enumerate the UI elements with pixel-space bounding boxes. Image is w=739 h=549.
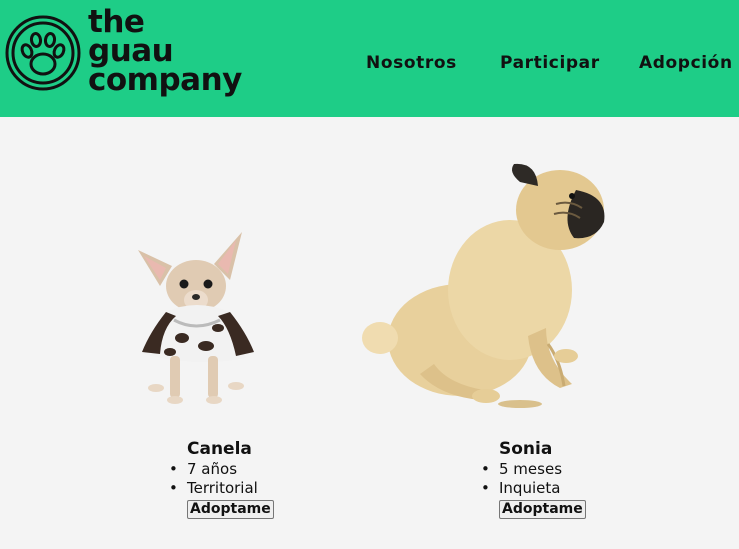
pet-trait: 5 meses (481, 460, 586, 479)
nav-adopcion[interactable]: Adopción (639, 53, 733, 73)
pet-card-sonia: Sonia 5 meses Inquieta Adoptame (481, 439, 586, 519)
nav-nosotros[interactable]: Nosotros (366, 53, 457, 73)
pug-photo (362, 163, 605, 408)
pet-card-canela: Canela 7 años Territorial Adoptame (169, 439, 274, 519)
pet-trait: 7 años (169, 460, 274, 479)
pet-traits: 5 meses Inquieta (481, 460, 586, 498)
pet-name: Canela (187, 439, 252, 459)
pet-traits: 7 años Territorial (169, 460, 274, 498)
adopt-button[interactable]: Adoptame (187, 500, 274, 519)
brand-line-3: company (88, 62, 242, 98)
chihuahua-photo (138, 232, 254, 404)
adopt-button[interactable]: Adoptame (499, 500, 586, 519)
brand-wordmark[interactable]: the guau company (88, 7, 242, 98)
site-header: the guau company Nosotros Participar Ado… (0, 0, 739, 117)
nav-participar[interactable]: Participar (500, 53, 600, 73)
paw-icon[interactable] (4, 14, 82, 92)
pet-name: Sonia (499, 439, 553, 459)
pet-trait: Territorial (169, 479, 274, 498)
pet-trait: Inquieta (481, 479, 586, 498)
